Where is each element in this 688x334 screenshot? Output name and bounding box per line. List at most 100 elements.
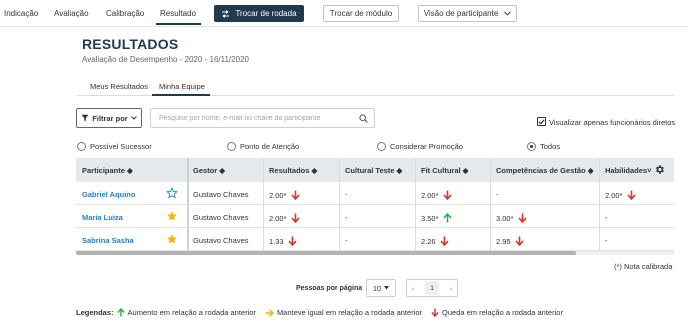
legend-same-label: Manteve igual em relação a rodada anteri… <box>276 308 423 317</box>
switch-round-label: Trocar de rodada <box>235 9 297 18</box>
cultural-test-cell: - <box>345 190 348 199</box>
per-page-value: 10 <box>372 283 382 293</box>
radio-label-attention-point: Ponto de Atenção <box>240 142 300 151</box>
legend-up-label: Aumento em relação a rodada anterior <box>127 308 256 317</box>
star-filled-icon[interactable] <box>166 210 178 222</box>
col-participant[interactable]: Participante ◆ <box>82 166 133 175</box>
legend-down-label: Queda em relação a rodada anterior <box>442 308 563 317</box>
results-cell: 2.00* <box>269 213 300 223</box>
arrow-down-icon <box>626 190 636 200</box>
nav-item-resultado[interactable]: Resultado <box>160 9 196 18</box>
table-row: Maria Luiza Gustavo Chaves 2.00* - 3.50*… <box>76 205 674 228</box>
table-row: Gabriel Aquino Gustavo Chaves 2.00* - 2.… <box>76 182 674 205</box>
only-direct-label: Visualizar apenas funcionários diretos <box>549 118 676 127</box>
management-competencies-cell: - <box>496 190 499 199</box>
arrow-up-icon <box>442 213 452 223</box>
skills-cell: - <box>605 236 608 245</box>
radio-consider-promotion[interactable] <box>377 142 386 151</box>
management-competencies-cell: 2.95 <box>496 236 524 246</box>
arrow-up-icon <box>116 308 125 317</box>
col-manager[interactable]: Gestor ◆ <box>193 166 225 175</box>
previous-page-button[interactable]: ‹ <box>412 284 415 293</box>
page-number-button[interactable]: 1 <box>425 281 439 295</box>
tab-active-indicator <box>152 94 210 96</box>
col-results[interactable]: Resultados ◆ <box>269 166 317 175</box>
star-filled-icon[interactable] <box>166 233 178 245</box>
participant-name-link[interactable]: Gabriel Aquino <box>82 190 135 199</box>
filter-icon <box>81 114 89 122</box>
radio-attention-point[interactable] <box>227 142 236 151</box>
skills-cell: 2.00* <box>605 190 636 200</box>
nav-active-indicator <box>156 23 201 25</box>
arrow-down-icon <box>515 236 524 246</box>
table-header: Participante ◆ Gestor ◆ Resultados ◆ Cul… <box>76 158 674 182</box>
nav-item-avaliacao[interactable]: Avaliação <box>54 9 89 18</box>
arrow-down-icon <box>290 190 300 200</box>
calibrated-note: (*) Nota calibrada <box>614 262 673 271</box>
col-management-competencies[interactable]: Competências de Gestão ◆ <box>496 166 593 175</box>
tab-my-results[interactable]: Meus Resultados <box>90 82 148 91</box>
radio-label-possible-successor: Possível Sucessor <box>90 142 152 151</box>
participant-view-label: Visão de participante <box>423 9 499 18</box>
arrow-right-icon <box>265 308 274 317</box>
arrow-down-icon <box>431 308 439 317</box>
page-title: RESULTADOS <box>82 36 179 52</box>
nav-item-indicacao[interactable]: Indicação <box>4 9 38 18</box>
cultural-test-cell: - <box>345 213 348 222</box>
results-cell: 1.33 <box>269 236 297 246</box>
col-skills[interactable]: Habilidades˅ <box>605 166 652 175</box>
legend-title: Legendas: <box>76 308 114 317</box>
col-cultural-fit[interactable]: Fit Cultural ◆ <box>421 166 468 175</box>
participant-name-link[interactable]: Maria Luiza <box>82 213 123 222</box>
team-results-table: Participante ◆ Gestor ◆ Resultados ◆ Cul… <box>76 158 674 255</box>
radio-all[interactable] <box>527 142 536 151</box>
manager-cell: Gustavo Chaves <box>193 190 249 199</box>
only-direct-checkbox[interactable] <box>537 117 546 126</box>
arrow-down-icon <box>440 236 449 246</box>
participant-view-dropdown[interactable]: Visão de participante <box>418 5 517 22</box>
radio-possible-successor[interactable] <box>77 142 86 151</box>
gear-icon[interactable] <box>654 164 665 175</box>
switch-module-button[interactable]: Trocar de módulo <box>323 5 399 22</box>
next-page-button[interactable]: › <box>450 284 453 293</box>
participant-name-link[interactable]: Sabrina Sasha <box>82 236 134 245</box>
manager-cell: Gustavo Chaves <box>193 213 249 222</box>
switch-round-button[interactable]: Trocar de rodada <box>214 5 304 22</box>
top-navigation: Indicação Avaliação Calibração Resultado… <box>0 0 688 27</box>
search-icon[interactable] <box>359 114 368 123</box>
table-horizontal-scrollbar[interactable] <box>76 251 674 255</box>
swap-icon <box>222 9 230 18</box>
search-input[interactable] <box>151 109 351 127</box>
arrow-down-icon <box>517 213 527 223</box>
nav-item-calibracao[interactable]: Calibração <box>106 9 144 18</box>
pagination-control: ‹ 1 › <box>406 279 458 297</box>
cultural-fit-cell: 2.00* <box>421 190 452 200</box>
per-page-label: Pessoas por página <box>296 285 363 292</box>
per-page-select[interactable]: 10 <box>366 279 396 297</box>
chevron-down-icon <box>504 11 512 16</box>
search-box <box>150 108 375 128</box>
arrow-down-icon <box>442 190 452 200</box>
tab-my-team[interactable]: Minha Equipe <box>159 82 205 91</box>
results-cell: 2.00* <box>269 190 300 200</box>
cultural-test-cell: - <box>345 236 348 245</box>
scrollbar-thumb[interactable] <box>76 251 576 255</box>
checkmark-icon <box>538 118 545 125</box>
legend: Legendas: Aumento em relação a rodada an… <box>76 308 563 317</box>
radio-label-consider-promotion: Considerar Promoção <box>390 142 463 151</box>
arrow-down-icon <box>288 236 297 246</box>
management-competencies-cell: 3.00* <box>496 213 527 223</box>
skills-cell: - <box>605 213 608 222</box>
arrow-down-icon <box>290 213 300 223</box>
cultural-fit-cell: 2.26 <box>421 236 449 246</box>
star-outline-icon[interactable] <box>166 187 178 199</box>
chevron-down-icon <box>130 116 137 120</box>
manager-cell: Gustavo Chaves <box>193 236 249 245</box>
switch-module-label: Trocar de módulo <box>329 9 393 18</box>
col-cultural-test[interactable]: Cultural Teste ◆ <box>345 166 402 175</box>
filter-by-label: Filtrar por <box>92 113 128 123</box>
page-subtitle: Avaliação de Desempenho - 2020 - 16/11/2… <box>82 55 249 64</box>
cultural-fit-cell: 3.50* <box>421 213 452 223</box>
caret-down-icon <box>384 286 390 290</box>
filter-by-dropdown[interactable]: Filtrar por <box>76 108 142 128</box>
